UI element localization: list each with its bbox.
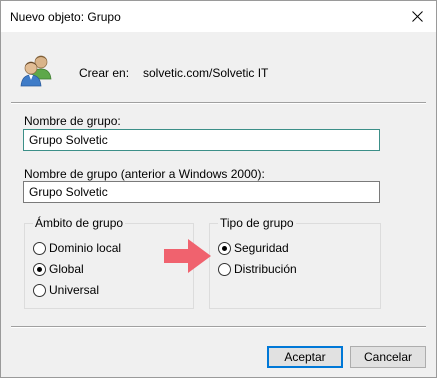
group-type-legend: Tipo de grupo xyxy=(218,216,296,230)
radio-dot xyxy=(37,266,42,272)
pointer-arrow-icon xyxy=(164,239,211,273)
close-button[interactable] xyxy=(404,4,430,28)
type-radio-security[interactable]: Seguridad xyxy=(218,241,289,255)
scope-radio-universal[interactable]: Universal xyxy=(33,283,99,297)
radio-label: Universal xyxy=(49,283,100,297)
new-group-dialog: Nuevo objeto: Grupo Crear en: solvetic.c… xyxy=(0,0,437,378)
create-in-label: Crear en: xyxy=(79,66,130,80)
group-scope-legend: Ámbito de grupo xyxy=(33,216,126,230)
radio-label: Distribución xyxy=(234,262,297,276)
radio-circle xyxy=(33,283,46,297)
group-name-pre2000-label: Nombre de grupo (anterior a Windows 2000… xyxy=(24,167,265,181)
radio-dot xyxy=(222,245,227,251)
radio-circle xyxy=(218,262,231,276)
radio-label: Seguridad xyxy=(234,241,289,255)
ok-button[interactable]: Aceptar xyxy=(267,346,343,368)
bottom-separator xyxy=(11,326,426,328)
group-name-label: Nombre de grupo: xyxy=(24,114,121,128)
group-name-input[interactable] xyxy=(23,129,380,151)
group-users-icon xyxy=(20,55,52,87)
top-separator xyxy=(11,102,426,104)
group-name-pre2000-input[interactable] xyxy=(23,181,380,203)
title-bar: Nuevo objeto: Grupo xyxy=(1,1,436,32)
radio-circle-selected xyxy=(218,241,231,255)
group-type-box: Tipo de grupo Seguridad Distribución xyxy=(209,216,381,309)
radio-circle-selected xyxy=(33,262,46,276)
radio-circle xyxy=(33,241,46,255)
scope-radio-global[interactable]: Global xyxy=(33,262,84,276)
scope-radio-domain-local[interactable]: Dominio local xyxy=(33,241,121,255)
window-title: Nuevo objeto: Grupo xyxy=(10,10,121,24)
close-icon xyxy=(411,10,423,22)
cancel-button[interactable]: Cancelar xyxy=(350,346,426,368)
radio-label: Global xyxy=(49,262,84,276)
create-in-path: solvetic.com/Solvetic IT xyxy=(143,66,269,80)
type-radio-distribution[interactable]: Distribución xyxy=(218,262,297,276)
radio-label: Dominio local xyxy=(49,241,122,255)
